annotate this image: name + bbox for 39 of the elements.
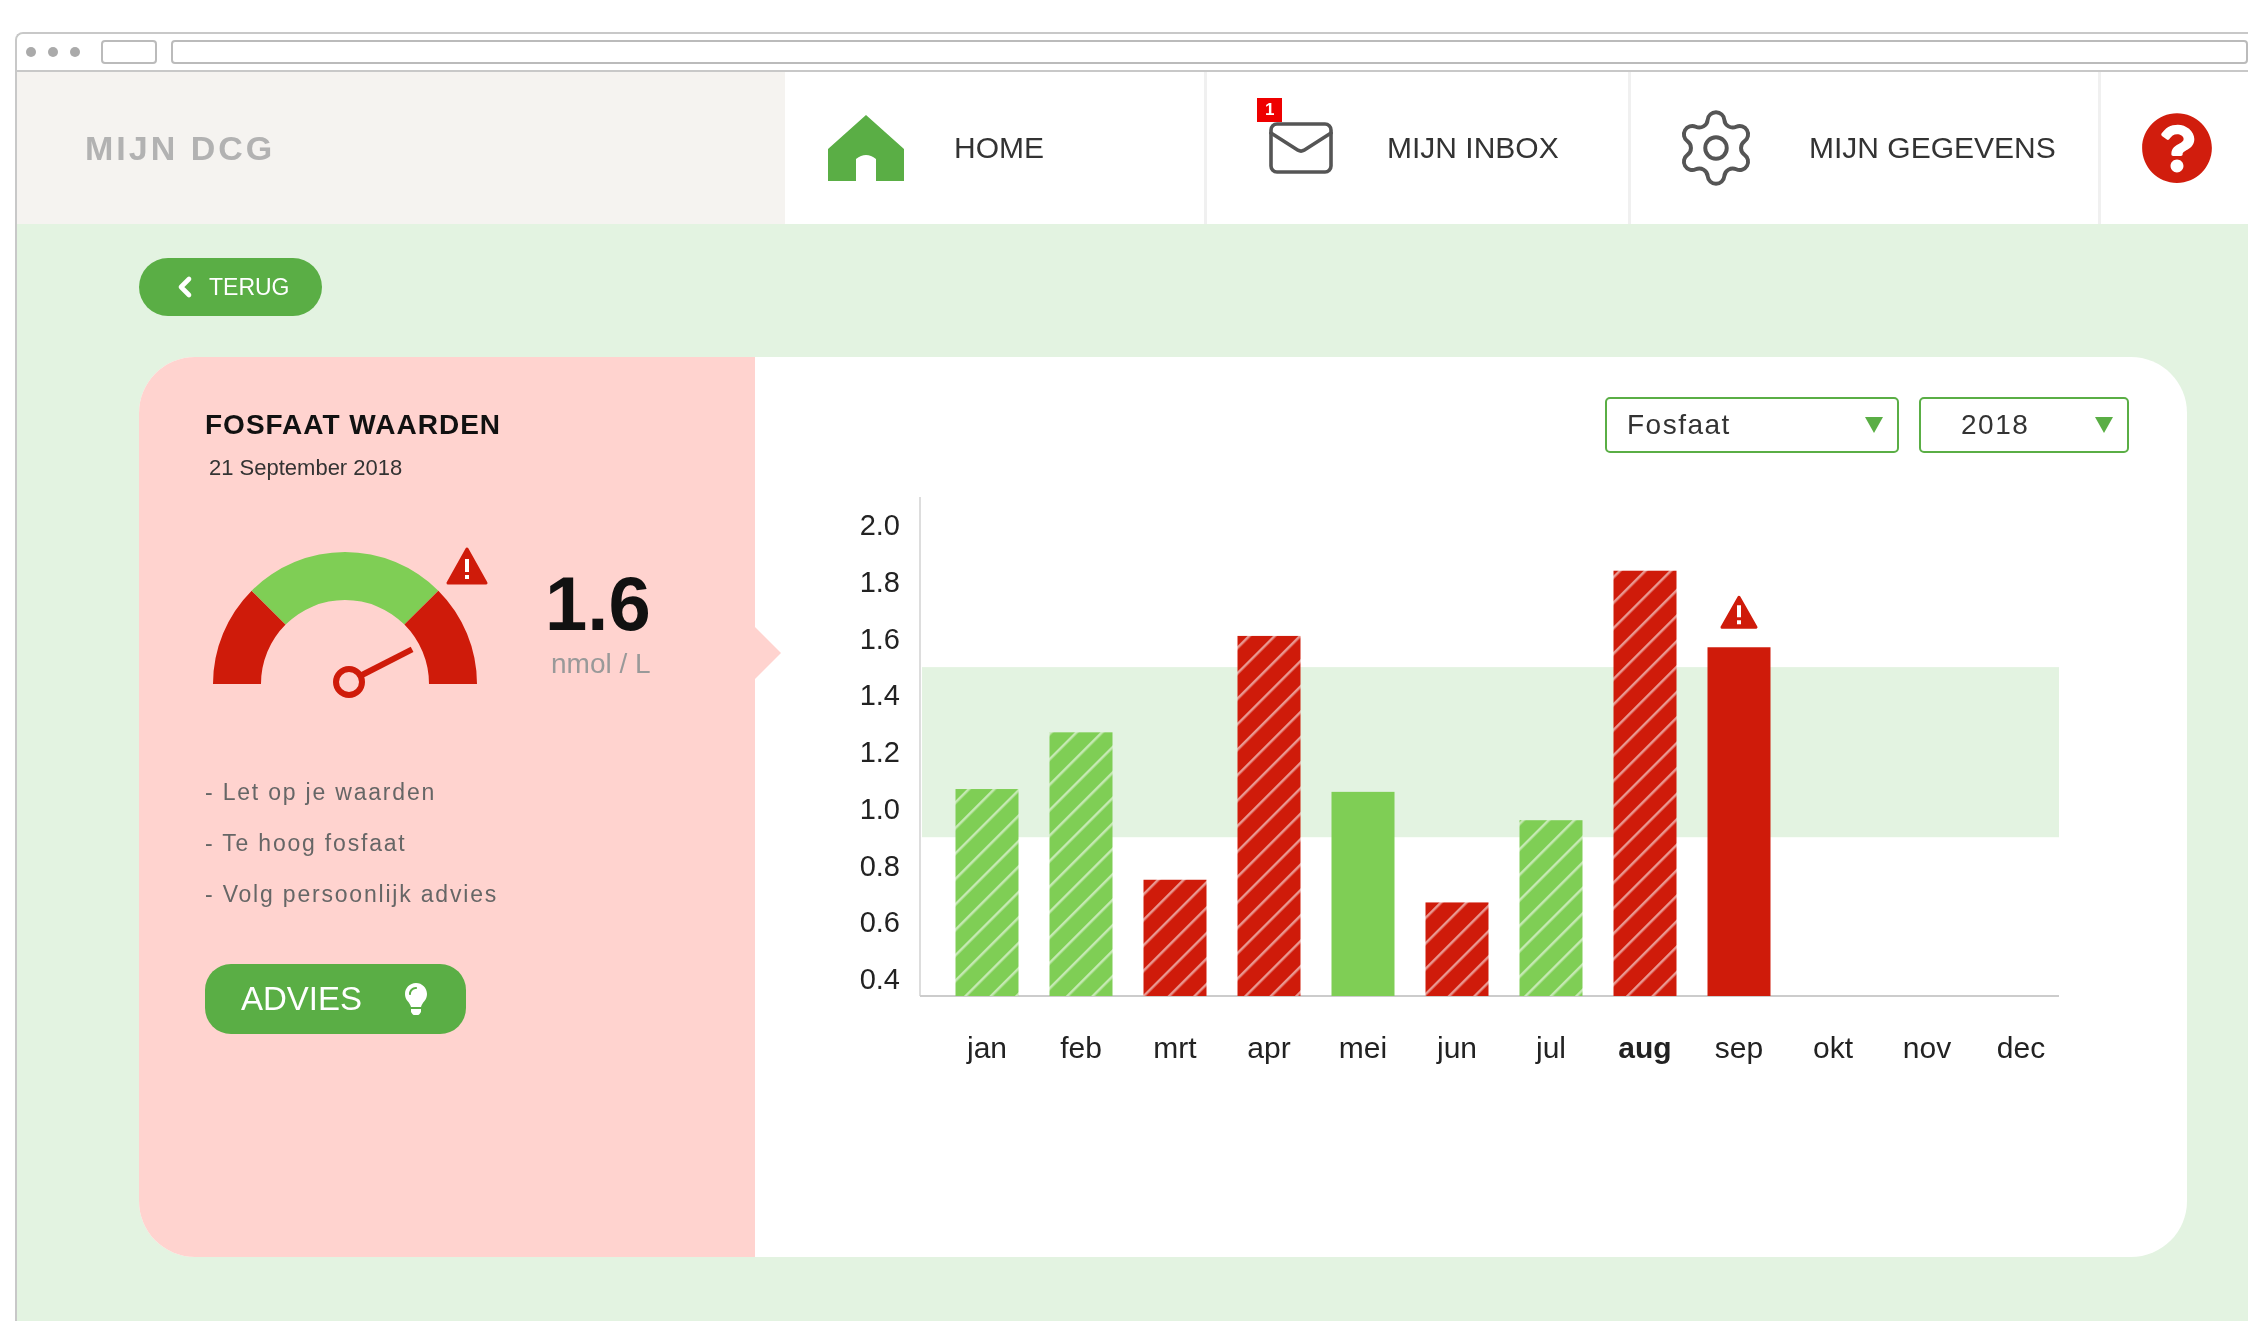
history-buttons[interactable] (101, 40, 157, 64)
caret-icon (1865, 417, 1883, 433)
y-tick-label: 0.8 (859, 849, 900, 882)
y-tick-label: 1.4 (859, 679, 900, 712)
month-label: sep (1714, 1031, 1764, 1064)
month-label: jun (1437, 1031, 1477, 1064)
y-tick-label: 1.2 (859, 736, 900, 769)
date-label: 21 September 2018 (209, 455, 404, 481)
month-label: mrt (1153, 1031, 1197, 1064)
month-label: nov (1902, 1031, 1952, 1064)
unit-label: nmol / L (551, 648, 651, 680)
help-icon (2141, 112, 2213, 184)
note-text: - Te hoog fosfaat (205, 830, 408, 857)
unread-badge: 1 (1257, 98, 1283, 122)
y-tick-label: 0.4 (859, 963, 900, 995)
month-label: apr (1247, 1031, 1291, 1064)
month-label: jan (967, 1031, 1007, 1064)
month-label: dec (1996, 1031, 2046, 1064)
dropdown[interactable]: 2018 (1919, 397, 2129, 453)
month-label: okt (1813, 1031, 1853, 1064)
panel-title: FOSFAAT WAARDEN (205, 409, 503, 441)
note-text: - Let op je waarden (205, 779, 438, 806)
month-label: aug (1618, 1031, 1672, 1064)
warning-icon (1720, 595, 1758, 629)
y-tick-label: 1.8 (859, 566, 900, 599)
address-bar[interactable] (171, 40, 2248, 64)
dropdown[interactable]: Fosfaat (1605, 397, 1899, 453)
month-label: jul (1536, 1031, 1566, 1064)
y-tick-label: 0.6 (859, 906, 900, 939)
home-icon (828, 115, 904, 181)
y-tick-label: 1.0 (859, 792, 900, 825)
y-tick-label: 1.6 (859, 622, 900, 655)
note-text: - Volg persoonlijk advies (205, 881, 500, 908)
caret-icon (2095, 417, 2113, 433)
logo: MIJN DCG (17, 72, 785, 224)
value-reading: 1.6 (545, 566, 651, 642)
month-label: mei (1338, 1031, 1388, 1064)
month-label: feb (1060, 1031, 1102, 1064)
y-tick-label: 2.0 (859, 509, 900, 542)
